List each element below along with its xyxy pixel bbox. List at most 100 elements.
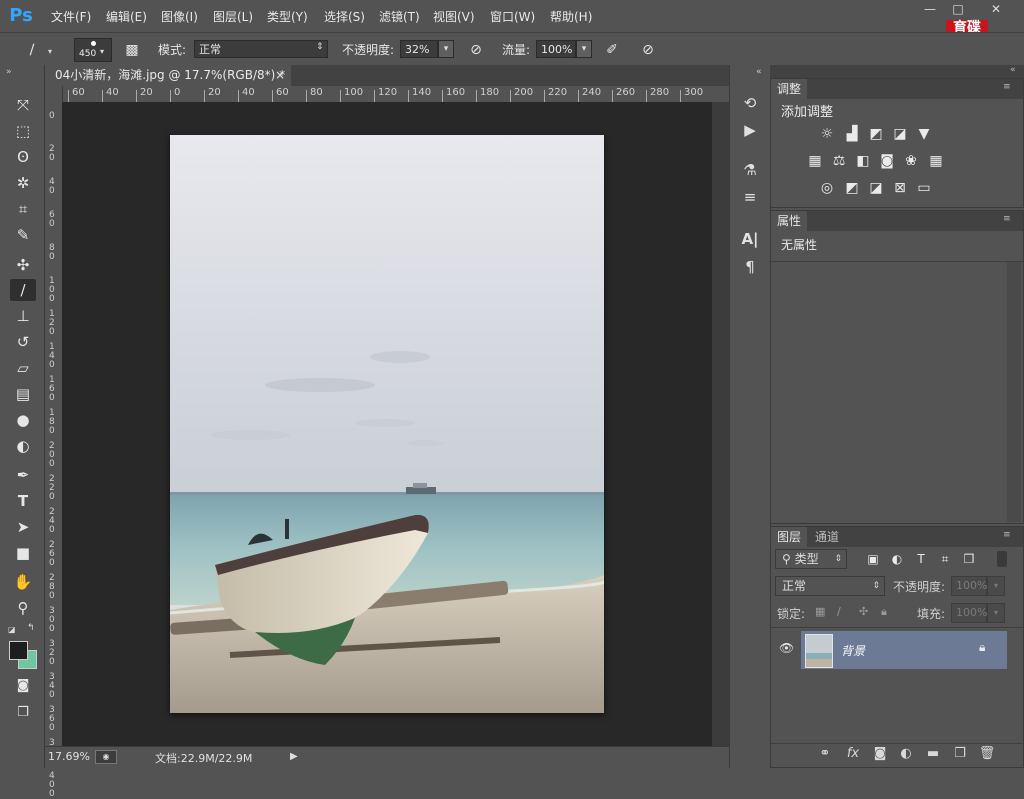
layer-name[interactable]: 背景 [841,642,865,659]
tab-properties[interactable]: 属性 [771,211,808,231]
pressure-size-icon[interactable]: ⊘ [638,40,658,60]
opacity-dropdown-icon[interactable]: ▾ [438,40,454,58]
filter-toggle[interactable] [997,551,1007,567]
eyedropper-tool-icon[interactable]: ✎ [10,224,36,246]
levels-icon[interactable]: ▟ [842,125,862,143]
fill-input[interactable]: 100% [951,603,987,623]
hand-tool-icon[interactable]: ✋ [10,571,36,593]
photo-filter-icon[interactable]: ◙ [877,152,897,170]
layer-opacity-dropdown-icon[interactable]: ▾ [987,576,1005,596]
menu-view[interactable]: 视图(V) [433,8,475,26]
pressure-opacity-icon[interactable]: ⊘ [466,40,486,60]
lock-transparent-icon[interactable]: ▦ [815,605,825,618]
brush-preset-icon[interactable]: ∕ [22,40,42,60]
link-layers-icon[interactable]: ⚭ [815,745,835,763]
threshold-icon[interactable]: ◪ [866,179,886,197]
filter-smart-object-icon[interactable]: ❒ [959,550,979,568]
rectangle-tool-icon[interactable]: ■ [10,542,36,564]
move-tool-icon[interactable]: ⤧ [10,94,36,116]
close-button[interactable]: ✕ [984,0,1008,18]
tab-adjustments[interactable]: 调整 [771,79,808,99]
status-menu-arrow-icon[interactable]: ▶ [290,751,298,762]
tab-layers[interactable]: 图层 [771,527,808,547]
canvas-vertical-scrollbar[interactable] [712,102,729,746]
menu-filter[interactable]: 滤镜(T) [379,8,420,26]
dock-expand-icon[interactable]: « [756,67,762,77]
lock-pixels-icon[interactable]: ∕ [837,605,841,618]
healing-brush-tool-icon[interactable]: ✣ [10,254,36,276]
layer-style-icon[interactable]: fx [843,745,863,763]
new-layer-icon[interactable]: ❐ [950,745,970,763]
brush-panel-icon[interactable]: ⚗ [738,158,762,182]
menu-image[interactable]: 图像(I) [161,8,198,26]
filter-type-icon[interactable]: T [911,550,931,568]
lock-position-icon[interactable]: ✣ [859,605,868,618]
menu-help[interactable]: 帮助(H) [550,8,592,26]
lasso-tool-icon[interactable]: ʘ [10,146,36,168]
new-group-icon[interactable]: ▬ [923,745,943,763]
layers-menu-icon[interactable]: ≡ [1003,530,1011,540]
layer-row[interactable]: 背景 🔒︎ [801,631,1007,669]
preset-dropdown-icon[interactable]: ▾ [48,47,52,56]
blur-tool-icon[interactable]: ● [10,409,36,431]
flow-dropdown-icon[interactable]: ▾ [576,40,592,58]
status-icon[interactable]: ◉ [95,750,117,764]
airbrush-icon[interactable]: ✐ [602,40,622,60]
menu-window[interactable]: 窗口(W) [490,8,535,26]
hue-saturation-icon[interactable]: ▦ [805,152,825,170]
zoom-level[interactable]: 17.69% [48,750,90,763]
quick-mask-icon[interactable]: ◙ [10,675,36,697]
marquee-tool-icon[interactable]: ⬚ [10,120,36,142]
filter-adjustment-icon[interactable]: ◐ [887,550,907,568]
layer-opacity-input[interactable]: 100% [951,576,987,596]
menu-edit[interactable]: 编辑(E) [106,8,147,26]
vibrance-icon[interactable]: ▼ [914,125,934,143]
history-brush-tool-icon[interactable]: ↺ [10,331,36,353]
filter-pixel-icon[interactable]: ▣ [863,550,883,568]
delete-layer-icon[interactable]: 🗑︎ [977,745,997,763]
screen-mode-icon[interactable]: ❐ [10,702,36,724]
panel-menu-icon[interactable]: ≡ [1003,82,1011,92]
invert-icon[interactable]: ◎ [817,179,837,197]
document-image[interactable] [170,135,604,713]
brush-size-picker[interactable]: 450 [74,38,112,62]
crop-tool-icon[interactable]: ⌗ [10,198,36,220]
paragraph-panel-icon[interactable]: ¶ [738,255,762,279]
properties-menu-icon[interactable]: ≡ [1003,214,1011,224]
magic-wand-tool-icon[interactable]: ✲ [10,172,36,194]
layer-filter-select[interactable]: ⚲ 类型 ⇕ [775,549,847,569]
gradient-map-icon[interactable]: ▭ [914,179,934,197]
brush-presets-icon[interactable]: ≡ [738,185,762,209]
document-tab[interactable]: 04小清新，海滩.jpg @ 17.7%(RGB/8*) * × [45,65,291,86]
visibility-eye-icon[interactable]: 👁︎ [779,641,794,655]
curves-icon[interactable]: ◩ [866,125,886,143]
type-tool-icon[interactable]: T [10,490,36,512]
color-lookup-icon[interactable]: ▦ [926,152,946,170]
blend-mode-select[interactable]: 正常 ⇕ [775,576,885,596]
menu-layer[interactable]: 图层(L) [213,8,253,26]
maximize-button[interactable]: □ [946,0,970,18]
gradient-tool-icon[interactable]: ▤ [10,383,36,405]
channel-mixer-icon[interactable]: ❀ [901,152,921,170]
path-selection-tool-icon[interactable]: ➤ [10,516,36,538]
menu-select[interactable]: 选择(S) [324,8,365,26]
black-white-icon[interactable]: ◧ [853,152,873,170]
brush-size-dropdown-icon[interactable]: ▾ [100,47,104,56]
menu-type[interactable]: 类型(Y) [267,8,308,26]
brightness-contrast-icon[interactable]: ☼ [817,125,837,143]
minimize-button[interactable]: — [918,0,942,18]
posterize-icon[interactable]: ◩ [842,179,862,197]
eraser-tool-icon[interactable]: ▱ [10,357,36,379]
menu-file[interactable]: 文件(F) [51,8,91,26]
new-adjustment-layer-icon[interactable]: ◐ [896,745,916,763]
foreground-color-swatch[interactable] [9,641,28,660]
filter-shape-icon[interactable]: ⌗ [935,550,955,568]
fill-dropdown-icon[interactable]: ▾ [987,603,1005,623]
add-mask-icon[interactable]: ◙ [870,745,890,763]
swap-colors-icon[interactable]: ↰ [27,623,35,633]
flow-input[interactable]: 100% [536,40,576,58]
clone-stamp-tool-icon[interactable]: ⊥ [10,305,36,327]
lock-all-icon[interactable]: 🔒︎ [881,605,887,619]
properties-scrollbar[interactable] [1007,262,1021,522]
zoom-tool-icon[interactable]: ⚲ [10,597,36,619]
